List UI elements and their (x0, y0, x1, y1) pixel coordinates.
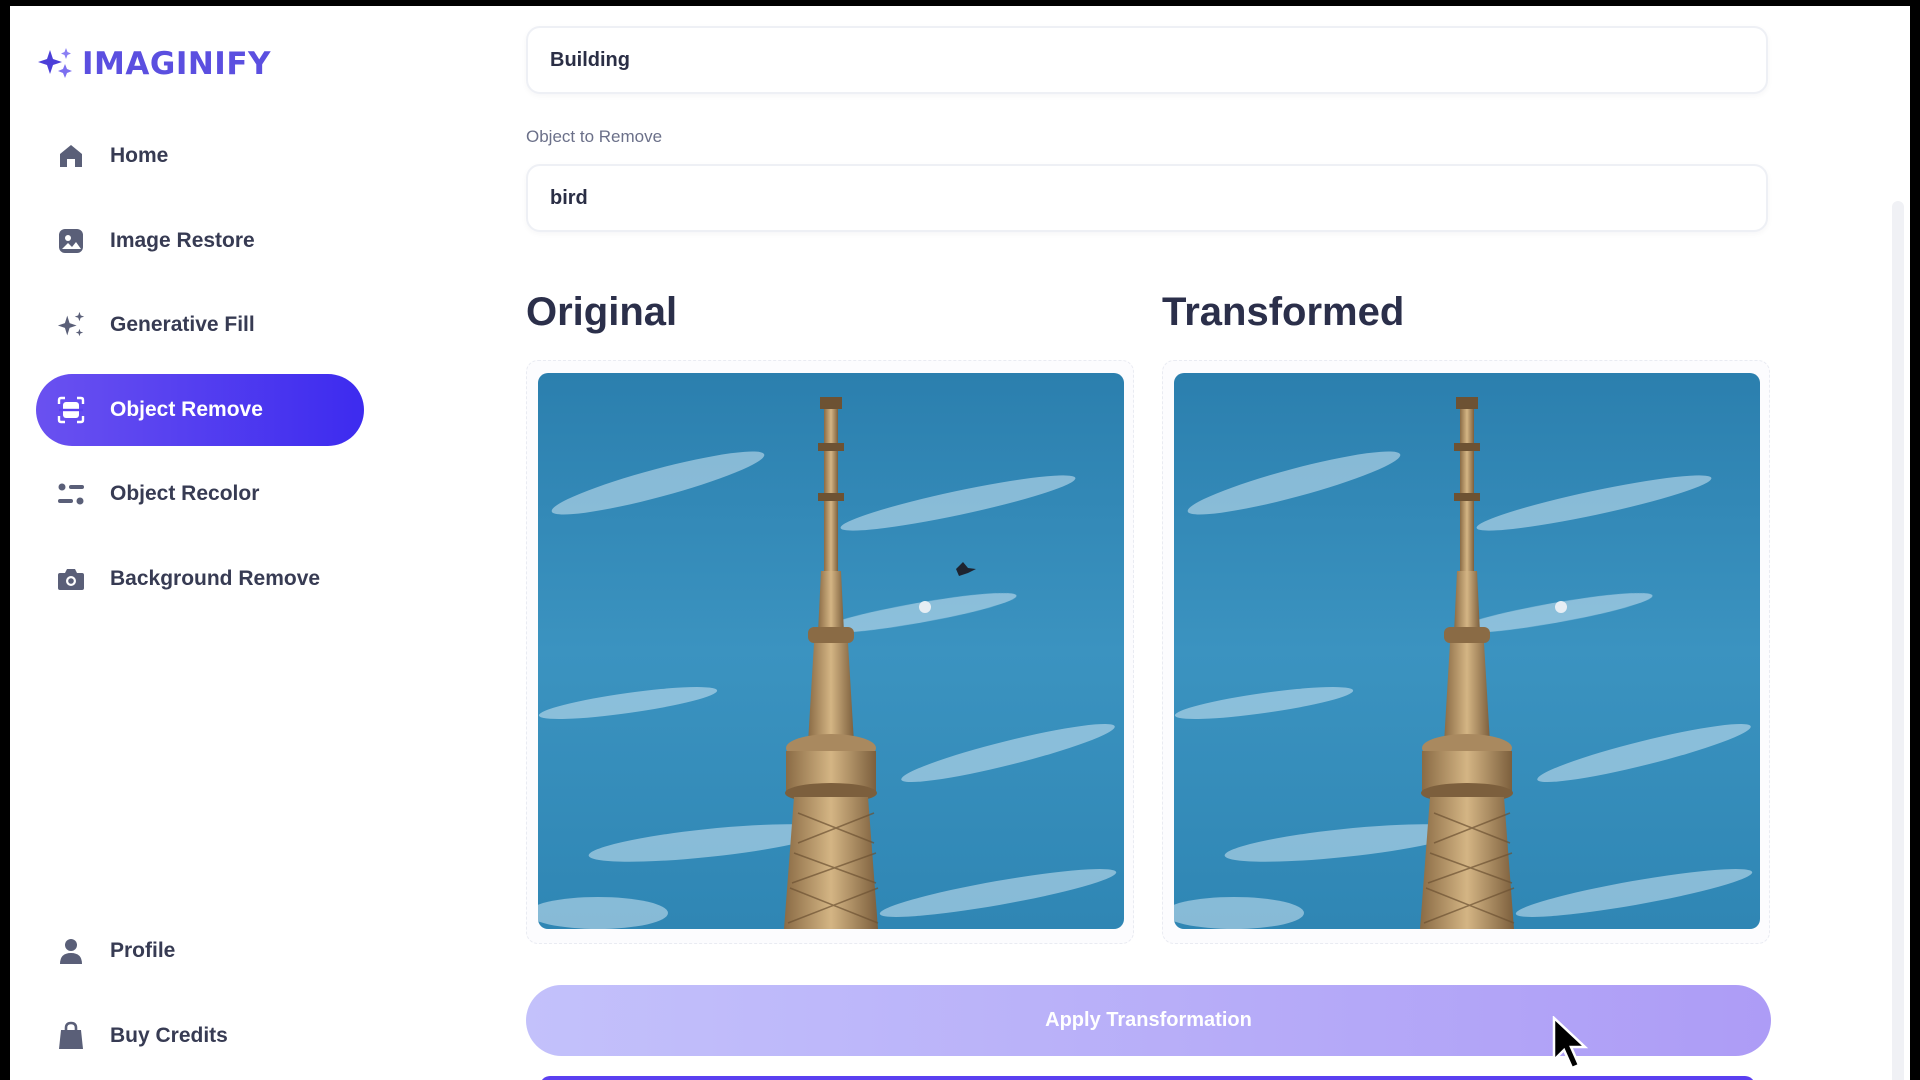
original-image (538, 373, 1124, 929)
original-heading: Original (526, 290, 678, 334)
secondary-button-edge[interactable] (540, 1076, 1755, 1080)
sidebar-item-label: Object Recolor (110, 482, 260, 505)
app-name: IMAGINIFY (82, 46, 271, 82)
transformed-image-card[interactable] (1162, 360, 1770, 944)
transformed-heading: Transformed (1162, 290, 1405, 334)
sidebar-item-label: Home (110, 144, 169, 167)
sidebar-bottom-nav: Profile Buy Credits (36, 915, 364, 1080)
screen-frame: IMAGINIFY Home Image Restore Generative … (0, 0, 1920, 1080)
sidebar: IMAGINIFY Home Image Restore Generative … (10, 6, 392, 1080)
sidebar-item-generative-fill[interactable]: Generative Fill (36, 289, 364, 361)
scan-icon (56, 395, 86, 425)
original-image-card[interactable] (526, 360, 1134, 944)
mouse-cursor-icon (1552, 1016, 1589, 1070)
sidebar-item-label: Object Remove (110, 397, 263, 421)
home-icon (56, 141, 86, 171)
sidebar-item-label: Image Restore (110, 228, 255, 252)
sidebar-item-label: Profile (110, 939, 176, 962)
sparkle-logo-icon (38, 48, 72, 78)
sidebar-item-background-remove[interactable]: Background Remove (36, 543, 364, 615)
logo[interactable]: IMAGINIFY (36, 44, 271, 84)
sidebar-item-profile[interactable]: Profile (36, 915, 364, 987)
app-window: IMAGINIFY Home Image Restore Generative … (10, 6, 1910, 1080)
sidebar-nav: Home Image Restore Generative Fill Objec… (36, 120, 364, 627)
sidebar-item-label: Buy Credits (110, 1023, 228, 1047)
image-title-input[interactable]: Building (526, 26, 1768, 94)
scrollbar[interactable] (1892, 201, 1904, 1080)
sidebar-item-image-restore[interactable]: Image Restore (36, 205, 364, 277)
camera-icon (56, 564, 86, 594)
object-to-remove-label: Object to Remove (526, 127, 663, 146)
filter-icon (56, 479, 86, 509)
sidebar-item-buy-credits[interactable]: Buy Credits (36, 1000, 364, 1072)
object-to-remove-input[interactable]: bird (526, 164, 1768, 232)
main-content: Building Object to Remove bird Original … (390, 6, 1910, 1080)
image-icon (56, 226, 86, 256)
transformed-image (1174, 373, 1760, 929)
sidebar-item-object-remove[interactable]: Object Remove (36, 373, 364, 446)
sparkles-icon (56, 310, 86, 340)
user-icon (56, 936, 86, 966)
sidebar-item-label: Background Remove (110, 566, 321, 590)
bag-icon (56, 1021, 86, 1051)
sidebar-item-object-recolor[interactable]: Object Recolor (36, 458, 364, 530)
sidebar-item-label: Generative Fill (110, 313, 255, 336)
sidebar-item-home[interactable]: Home (36, 120, 364, 192)
